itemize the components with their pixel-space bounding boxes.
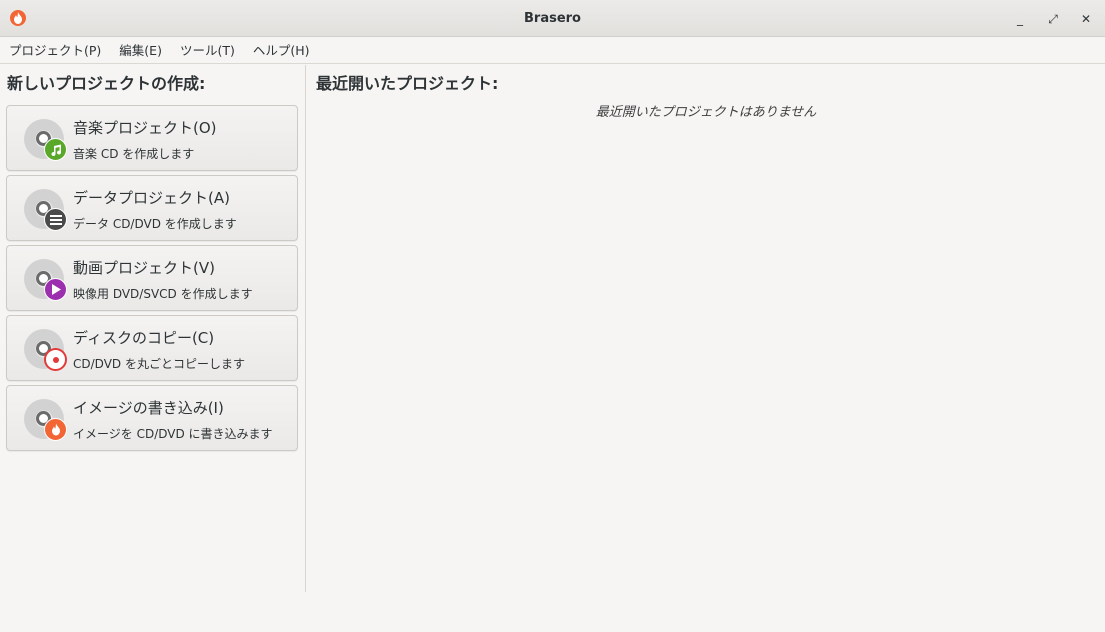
- disc-copy-icon: [44, 348, 67, 371]
- audio-project-title: 音楽プロジェクト(O): [73, 119, 217, 137]
- list-icon: [44, 208, 67, 231]
- flame-icon: [44, 418, 67, 441]
- menu-bar: プロジェクト(P) 編集(E) ツール(T) ヘルプ(H): [0, 38, 1105, 64]
- menu-project[interactable]: プロジェクト(P): [0, 38, 110, 64]
- close-icon: ✕: [1080, 12, 1092, 26]
- disc-copy-title: ディスクのコピー(C): [73, 329, 215, 347]
- burn-image-button[interactable]: イメージの書き込み(I) イメージを CD/DVD に書き込みます: [6, 385, 298, 451]
- disc-copy-button[interactable]: ディスクのコピー(C) CD/DVD を丸ごとコピーします: [6, 315, 298, 381]
- play-icon: [44, 278, 67, 301]
- title-bar: Brasero _ ⤢ ✕: [0, 0, 1105, 37]
- video-project-button[interactable]: 動画プロジェクト(V) 映像用 DVD/SVCD を作成します: [6, 245, 298, 311]
- burn-image-subtitle: イメージを CD/DVD に書き込みます: [73, 427, 273, 441]
- recent-projects-heading: 最近開いたプロジェクト:: [316, 74, 499, 93]
- video-project-title: 動画プロジェクト(V): [73, 259, 215, 277]
- audio-project-subtitle: 音楽 CD を作成します: [73, 147, 195, 161]
- minimize-icon: _: [1017, 12, 1023, 26]
- disc-copy-subtitle: CD/DVD を丸ごとコピーします: [73, 357, 245, 371]
- audio-project-button[interactable]: 音楽プロジェクト(O) 音楽 CD を作成します: [6, 105, 298, 171]
- new-project-heading: 新しいプロジェクトの作成:: [7, 74, 206, 93]
- data-project-title: データプロジェクト(A): [73, 189, 230, 207]
- menu-edit[interactable]: 編集(E): [110, 38, 171, 64]
- video-project-subtitle: 映像用 DVD/SVCD を作成します: [73, 287, 253, 301]
- menu-help[interactable]: ヘルプ(H): [244, 38, 319, 64]
- new-project-pane: 新しいプロジェクトの作成: 音楽プロジェクト(O) 音楽 CD を作成します デ…: [0, 65, 306, 592]
- close-button[interactable]: ✕: [1076, 9, 1096, 29]
- maximize-icon: ⤢: [1048, 11, 1058, 26]
- music-note-icon: [44, 138, 67, 161]
- data-project-subtitle: データ CD/DVD を作成します: [73, 217, 237, 231]
- minimize-button[interactable]: _: [1010, 9, 1030, 29]
- burn-image-title: イメージの書き込み(I): [73, 399, 224, 417]
- window-title: Brasero: [524, 11, 581, 26]
- recent-projects-empty-message: 最近開いたプロジェクトはありません: [595, 105, 817, 120]
- menu-tools[interactable]: ツール(T): [171, 38, 244, 64]
- data-project-button[interactable]: データプロジェクト(A) データ CD/DVD を作成します: [6, 175, 298, 241]
- maximize-button[interactable]: ⤢: [1043, 9, 1063, 29]
